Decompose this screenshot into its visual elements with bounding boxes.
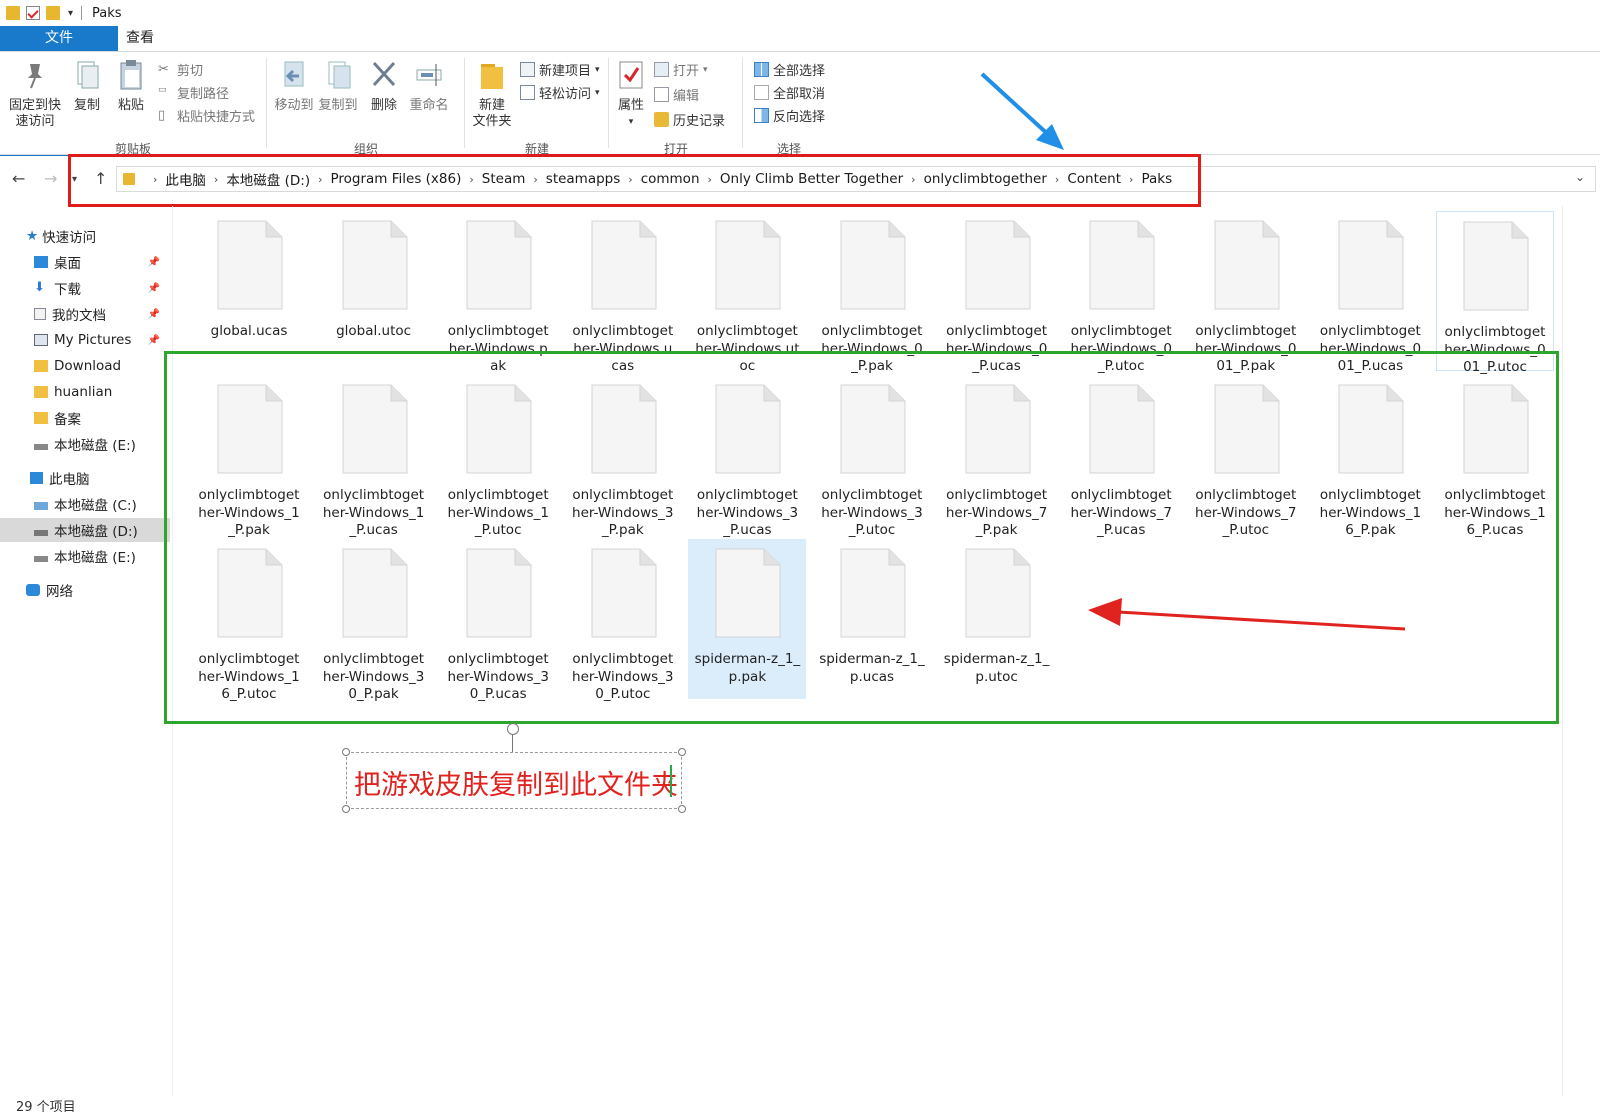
- drive-icon: [34, 530, 48, 536]
- file-name-line: onlyclimbtoget: [572, 323, 674, 339]
- drive-icon: [34, 444, 48, 450]
- file-item[interactable]: global.ucas: [190, 211, 308, 371]
- file-item[interactable]: onlyclimbtoget her-Windows.p ak: [439, 211, 557, 374]
- file-icon: [1211, 219, 1281, 311]
- sidebar-item-documents[interactable]: 我的文档 📌: [0, 302, 170, 326]
- sidebar-item-label: 桌面: [54, 256, 81, 272]
- file-icon: [712, 219, 782, 311]
- file-name-line: onlyclimbtoget: [946, 323, 1048, 339]
- file-name-line: onlyclimbtoget: [696, 323, 798, 339]
- file-icon: [1086, 219, 1156, 311]
- pin-icon[interactable]: 📌: [148, 335, 160, 346]
- sidebar-item-drive-d[interactable]: 本地磁盘 (D:): [0, 518, 170, 542]
- resize-handle[interactable]: [678, 805, 686, 813]
- network-icon: [26, 584, 40, 596]
- address-dropdown-icon[interactable]: ⌄: [1575, 170, 1585, 184]
- file-icon: [837, 219, 907, 311]
- back-arrow-icon[interactable]: ←: [12, 169, 25, 188]
- file-icon: [214, 219, 284, 311]
- pin-icon[interactable]: 📌: [148, 257, 160, 268]
- sidebar-network[interactable]: 网络: [0, 578, 170, 602]
- sidebar-item-label: 快速访问: [42, 230, 97, 246]
- file-item[interactable]: onlyclimbtoget her-Windows_0 _P.ucas: [938, 211, 1056, 374]
- sidebar-item-label: 此电脑: [49, 472, 90, 488]
- file-icon: [1335, 219, 1405, 311]
- sidebar-item-huanlian[interactable]: huanlian: [0, 380, 170, 404]
- pictures-icon: [34, 334, 48, 346]
- sidebar-item-downloads[interactable]: ⬇ 下载 📌: [0, 276, 170, 300]
- file-icon: [1460, 220, 1530, 312]
- download-arrow-icon: ⬇: [34, 280, 45, 295]
- item-count: 29 个项目: [16, 1100, 76, 1115]
- sidebar-item-download-folder[interactable]: Download: [0, 354, 170, 378]
- file-icon: [463, 219, 533, 311]
- sidebar-item-label: huanlian: [54, 384, 113, 400]
- resize-handle[interactable]: [678, 748, 686, 756]
- text-caret: [670, 765, 672, 797]
- sidebar-item-label: 网络: [46, 584, 73, 600]
- sidebar-item-my-pictures[interactable]: My Pictures 📌: [0, 328, 170, 352]
- file-name: global.ucas: [190, 323, 308, 341]
- document-icon: [34, 308, 46, 320]
- resize-handle[interactable]: [342, 748, 350, 756]
- green-highlight-box: [164, 351, 1559, 724]
- pin-icon[interactable]: 📌: [148, 309, 160, 320]
- sidebar-item-label: 下载: [54, 282, 81, 298]
- file-item[interactable]: onlyclimbtoget her-Windows_0 01_P.pak: [1187, 211, 1305, 374]
- folder-icon: [34, 360, 48, 372]
- file-name: global.utoc: [315, 323, 433, 341]
- file-item[interactable]: onlyclimbtoget her-Windows_0 01_P.utoc: [1436, 211, 1554, 375]
- status-bar: 29 个项目: [0, 1096, 1600, 1120]
- file-name-line: global.ucas: [210, 323, 288, 339]
- file-item[interactable]: global.utoc: [315, 211, 433, 371]
- file-item[interactable]: onlyclimbtoget her-Windows_0 01_P.ucas: [1311, 211, 1429, 374]
- pin-icon[interactable]: 📌: [148, 283, 160, 294]
- file-name-line: onlyclimbtoget: [447, 323, 549, 339]
- red-highlight-box: [68, 154, 1201, 207]
- file-icon: [588, 219, 658, 311]
- content-right-edge: [1562, 206, 1563, 1096]
- sidebar-item-label: 本地磁盘 (E:): [54, 438, 136, 454]
- annotation-text[interactable]: 把游戏皮肤复制到此文件夹: [354, 763, 678, 802]
- drive-icon: [34, 556, 48, 562]
- computer-icon: [30, 472, 43, 484]
- resize-handle[interactable]: [342, 805, 350, 813]
- navigation-pane: ★ 快速访问 桌面 📌 ⬇ 下载 📌 我的文档 📌 My Pictures 📌 …: [0, 216, 172, 1096]
- sidebar-item-drive-c[interactable]: 本地磁盘 (C:): [0, 492, 170, 516]
- file-name-line: onlyclimbtoget: [1319, 323, 1421, 339]
- file-name-line: global.utoc: [336, 323, 412, 339]
- file-item[interactable]: onlyclimbtoget her-Windows_0 _P.utoc: [1062, 211, 1180, 374]
- sidebar-quick-access[interactable]: ★ 快速访问: [0, 224, 170, 248]
- sidebar-item-label: Download: [54, 358, 122, 374]
- file-icon: [339, 219, 409, 311]
- file-name-line: onlyclimbtoget: [1444, 324, 1546, 340]
- file-name-line: onlyclimbtoget: [1070, 323, 1172, 339]
- sidebar-item-desktop[interactable]: 桌面 📌: [0, 250, 170, 274]
- sidebar-item-label: 本地磁盘 (C:): [54, 498, 137, 514]
- file-name-line: onlyclimbtoget: [821, 323, 923, 339]
- desktop-icon: [34, 256, 48, 268]
- rotation-handle-line: [512, 735, 513, 752]
- star-icon: ★: [26, 228, 39, 244]
- sidebar-item-label: 本地磁盘 (E:): [54, 550, 136, 566]
- folder-icon: [34, 412, 48, 424]
- forward-arrow-icon[interactable]: →: [44, 169, 57, 188]
- file-name-line: onlyclimbtoget: [1195, 323, 1297, 339]
- file-item[interactable]: onlyclimbtoget her-Windows.ut oc: [688, 211, 806, 374]
- file-icon: [962, 219, 1032, 311]
- file-item[interactable]: onlyclimbtoget her-Windows.u cas: [564, 211, 682, 374]
- rotation-handle[interactable]: [507, 723, 519, 735]
- sidebar-item-label: 本地磁盘 (D:): [54, 524, 138, 540]
- sidebar-item-beian[interactable]: 备案: [0, 406, 170, 430]
- sidebar-item-drive-e[interactable]: 本地磁盘 (E:): [0, 544, 170, 568]
- sidebar-item-drive-e-quick[interactable]: 本地磁盘 (E:): [0, 432, 170, 456]
- sidebar-item-label: My Pictures: [54, 332, 132, 348]
- folder-icon: [34, 386, 48, 398]
- windows-drive-icon: [34, 502, 48, 510]
- blue-arrow: [980, 72, 1064, 150]
- sidebar-item-label: 我的文档: [52, 308, 106, 324]
- file-item[interactable]: onlyclimbtoget her-Windows_0 _P.pak: [813, 211, 931, 374]
- sidebar-item-label: 备案: [54, 412, 81, 428]
- sidebar-this-pc[interactable]: 此电脑: [0, 466, 170, 490]
